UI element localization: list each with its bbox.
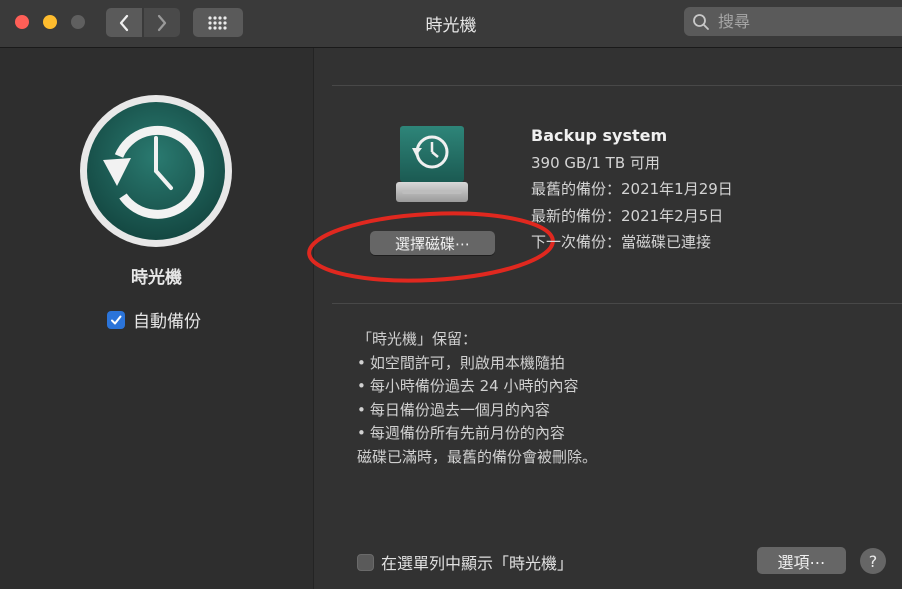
middle-divider [332,303,902,304]
zoom-window-button[interactable] [71,15,85,29]
next-backup: 下一次備份：當磁碟已連接 [531,233,712,251]
oldest-backup: 最舊的備份：2021年1月29日 [531,180,733,198]
disk-name: Backup system [531,126,668,145]
retention-heading: 「時光機」保留： [357,330,478,348]
checkbox-unchecked[interactable] [357,553,374,571]
retention-item: 如空間許可，則啟用本機隨拍 [357,352,597,376]
chevron-right-icon [157,14,167,31]
minimize-window-button[interactable] [43,15,57,29]
retention-item: 每週備份所有先前月份的內容 [357,422,597,446]
disk-info: Backup system 390 GB/1 TB 可用 最舊的備份：2021年… [531,124,733,257]
retention-item: 每日備份過去一個月的內容 [357,399,597,423]
top-divider [332,85,902,86]
back-button[interactable] [106,8,142,37]
search-input[interactable] [716,11,890,32]
forward-button[interactable] [144,8,180,37]
sidebar-title: 時光機 [131,268,182,288]
options-button[interactable]: 選項⋯ [757,547,846,574]
checkbox-checked[interactable] [107,310,125,329]
auto-backup-label: 自動備份 [133,312,201,332]
chevron-left-icon [119,14,129,31]
retention-footer: 磁碟已滿時，最舊的備份會被刪除。 [357,447,598,466]
help-button[interactable]: ? [860,548,886,574]
checkmark-icon [111,315,122,324]
show-in-menubar-label: 在選單列中顯示「時光機」 [381,554,574,573]
latest-backup: 最新的備份：2021年2月5日 [531,206,724,225]
auto-backup-checkbox[interactable]: 自動備份 [107,307,201,332]
sidebar: 時光機 自動備份 [0,48,314,589]
show-all-button[interactable] [193,8,243,37]
show-in-menubar-checkbox[interactable]: 在選單列中顯示「時光機」 [357,550,573,574]
choose-disk-button[interactable]: 選擇磁碟⋯ [370,231,495,255]
grid-icon [208,15,227,30]
disk-capacity: 390 GB/1 TB 可用 [531,153,660,172]
retention-item: 每小時備份過去 24 小時的內容 [357,375,597,399]
time-machine-icon [80,95,232,247]
search-field[interactable] [684,7,902,36]
retention-info: 「時光機」保留： 如空間許可，則啟用本機隨拍 每小時備份過去 24 小時的內容 … [357,328,597,469]
close-window-button[interactable] [15,15,29,29]
search-icon [693,13,709,30]
title-bar: 時光機 [0,0,902,48]
backup-drive-icon [396,126,468,202]
